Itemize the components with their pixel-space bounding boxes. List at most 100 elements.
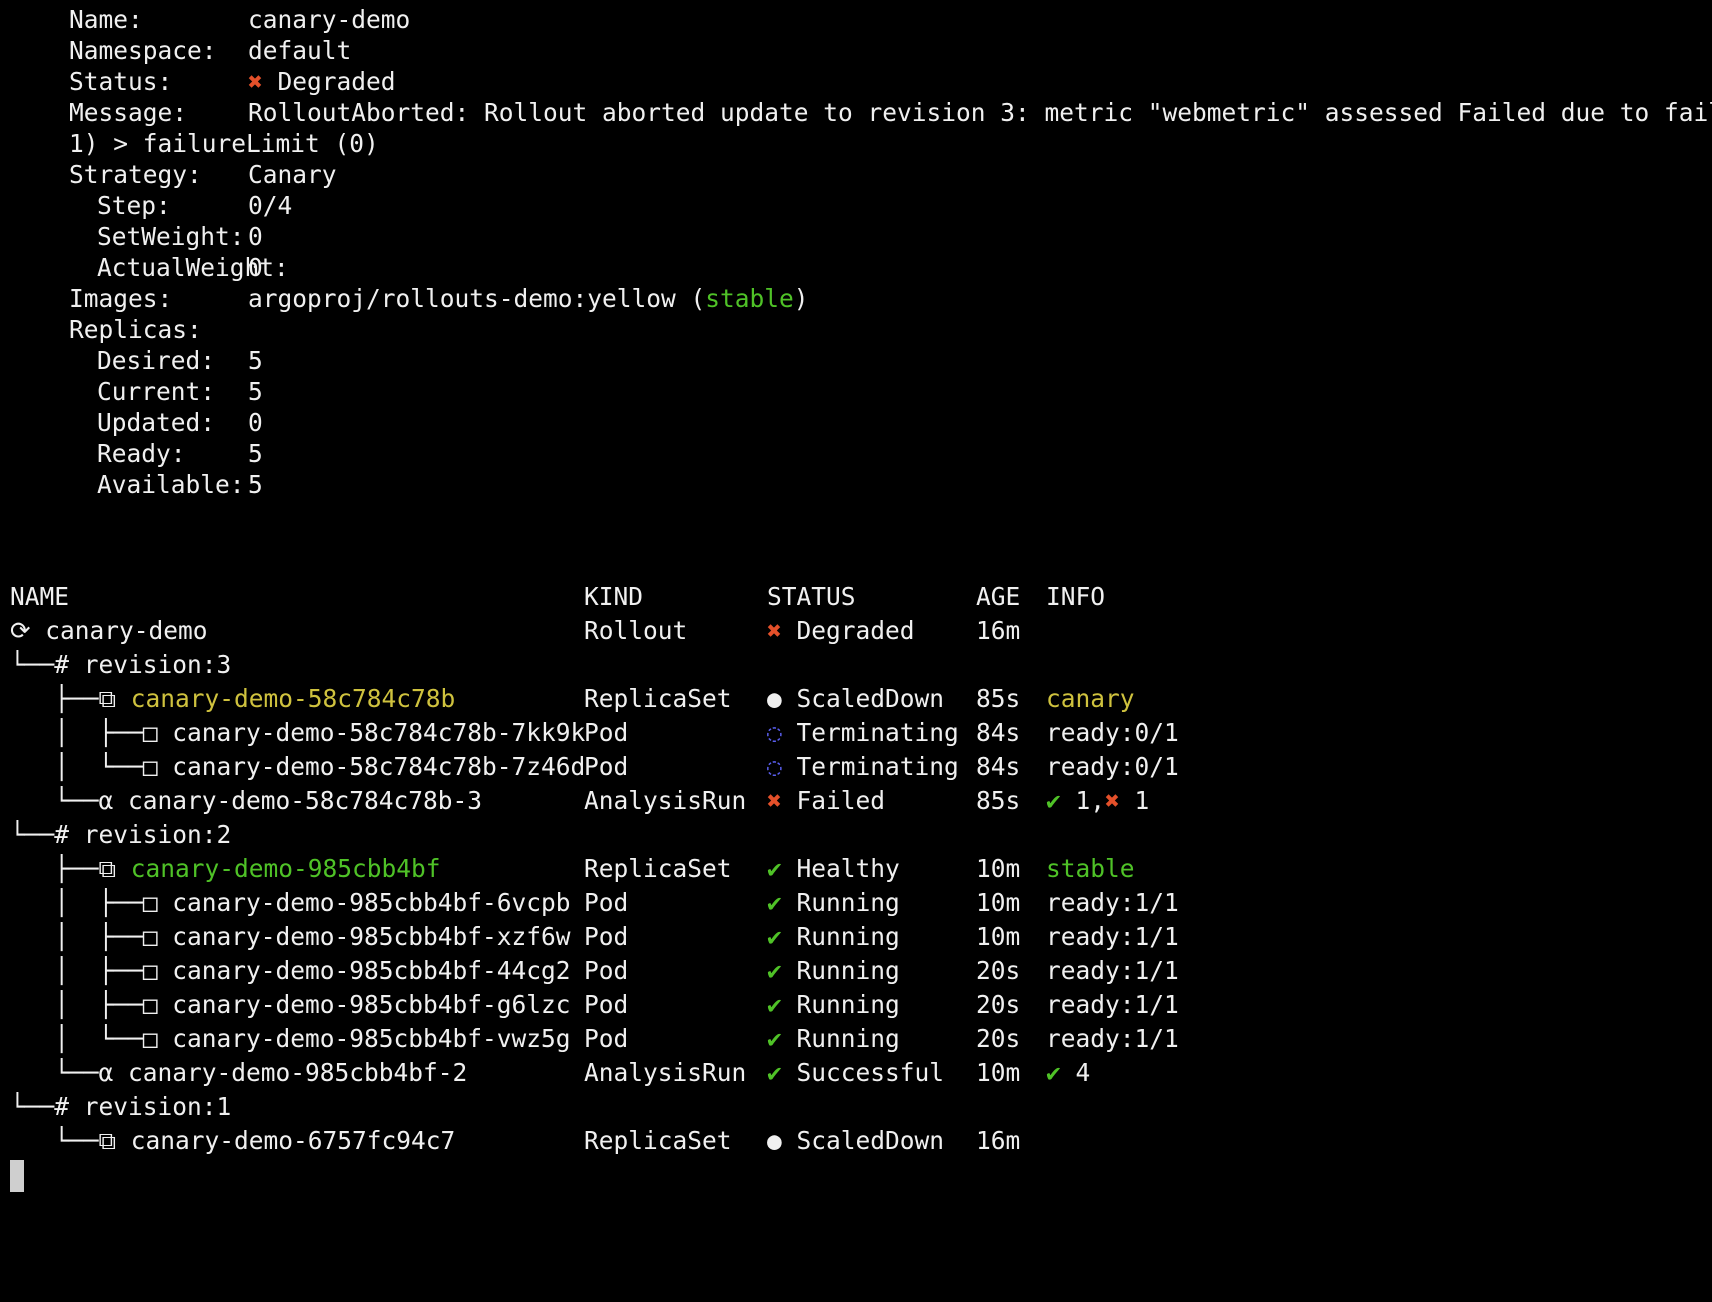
row-status-text: Running xyxy=(796,922,900,951)
row-status: ✔ Running xyxy=(767,954,900,988)
row-name: canary-demo-6757fc94c7 xyxy=(130,1126,456,1155)
row-kind: Pod xyxy=(584,888,629,917)
tree-branch-icon: └──# xyxy=(10,650,84,679)
row-status: ◌ Terminating xyxy=(767,750,959,784)
table-row: └──# revision:3 xyxy=(10,648,231,682)
analysisrun-icon: └──α xyxy=(10,1058,129,1087)
row-info: ✔ 4 xyxy=(1046,1056,1090,1090)
setweight-value: 0 xyxy=(248,222,263,251)
pod-icon: │ └──□ xyxy=(10,752,173,781)
replicaset-icon: └──⧉ xyxy=(10,1126,131,1155)
available-field: Available: 5 xyxy=(10,468,263,502)
info-fail-count: 1 xyxy=(1119,786,1150,815)
current-value: 5 xyxy=(248,377,263,406)
check-icon: ✔ xyxy=(1046,1058,1061,1087)
row-status-text: Running xyxy=(796,990,900,1019)
running-icon: ✔ xyxy=(767,956,782,985)
pod-icon: │ ├──□ xyxy=(10,718,173,747)
message-field-cont: 1) > failureLimit (0) xyxy=(10,127,379,161)
row-name-cell: │ ├──□ canary-demo-985cbb4bf-6vcpb xyxy=(10,886,570,920)
running-icon: ✔ xyxy=(767,1024,782,1053)
row-name-cell: └──# revision:1 xyxy=(10,1090,231,1124)
successful-icon: ✔ xyxy=(767,1058,782,1087)
row-kind: AnalysisRun xyxy=(584,1058,747,1087)
desired-field: Desired: 5 xyxy=(10,344,263,378)
row-info: ✔ 1,✖ 1 xyxy=(1046,784,1149,818)
row-kind: Rollout xyxy=(584,616,688,645)
scaled-down-icon: ● xyxy=(767,684,782,713)
running-icon: ✔ xyxy=(767,990,782,1019)
row-info: ready:1/1 xyxy=(1046,922,1179,951)
desired-value: 5 xyxy=(248,346,263,375)
row-status: ◌ Terminating xyxy=(767,716,959,750)
pod-icon: │ ├──□ xyxy=(10,990,173,1019)
row-name-cell: └──# revision:3 xyxy=(10,648,231,682)
row-age: 85s xyxy=(976,684,1021,713)
header-status: STATUS xyxy=(767,582,856,611)
row-status: ✔ Running xyxy=(767,920,900,954)
namespace-label: Namespace: xyxy=(69,36,217,65)
row-name-cell: ├──⧉ canary-demo-58c784c78b xyxy=(10,682,455,716)
row-name-cell: └──⧉ canary-demo-6757fc94c7 xyxy=(10,1124,455,1158)
info-success-count: 4 xyxy=(1060,1058,1091,1087)
ready-label: Ready: xyxy=(97,439,186,468)
row-status-text: ScaledDown xyxy=(796,684,945,713)
row-info: stable xyxy=(1046,854,1135,883)
status-value: Degraded xyxy=(277,67,396,96)
tree-branch-icon: └──# xyxy=(10,1092,84,1121)
updated-label: Updated: xyxy=(97,408,216,437)
header-info: INFO xyxy=(1046,582,1106,611)
row-name: canary-demo-985cbb4bf-vwz5g xyxy=(172,1024,571,1053)
row-info: ready:1/1 xyxy=(1046,1024,1179,1053)
pod-icon: │ ├──□ xyxy=(10,956,173,985)
row-status: ● ScaledDown xyxy=(767,1124,944,1158)
row-age: 20s xyxy=(976,956,1021,985)
table-row: │ ├──□ canary-demo-985cbb4bf-g6lzc Pod ✔… xyxy=(10,988,1179,1022)
row-name: canary-demo-58c784c78b xyxy=(130,684,456,713)
table-row: │ ├──□ canary-demo-985cbb4bf-44cg2 Pod ✔… xyxy=(10,954,1179,988)
row-name-cell: │ ├──□ canary-demo-985cbb4bf-g6lzc xyxy=(10,988,570,1022)
degraded-icon: ✖ xyxy=(248,67,263,96)
ready-value: 5 xyxy=(248,439,263,468)
replicaset-icon: ├──⧉ xyxy=(10,854,131,883)
row-kind: Pod xyxy=(584,1024,629,1053)
failed-icon: ✖ xyxy=(767,786,782,815)
table-row: └──⧉ canary-demo-6757fc94c7 ReplicaSet ●… xyxy=(10,1124,1020,1158)
row-name-cell: │ └──□ canary-demo-58c784c78b-7z46d xyxy=(10,750,585,784)
rollout-icon: ⟳ xyxy=(10,616,46,645)
replicas-label: Replicas: xyxy=(69,315,202,344)
table-header: NAME KIND STATUS AGE INFO xyxy=(10,580,1105,614)
row-status-text: ScaledDown xyxy=(796,1126,945,1155)
actualweight-value: 0 xyxy=(248,253,263,282)
row-kind: Pod xyxy=(584,752,629,781)
row-kind: AnalysisRun xyxy=(584,786,747,815)
images-field: Images: argoproj/rollouts-demo:yellow (s… xyxy=(10,282,809,316)
header-age: AGE xyxy=(976,582,1021,611)
terminating-icon: ◌ xyxy=(767,718,782,747)
step-field: Step: 0/4 xyxy=(10,189,292,223)
analysisrun-icon: └──α xyxy=(10,786,129,815)
images-tag: stable xyxy=(705,284,794,313)
row-status-text: Healthy xyxy=(796,854,900,883)
row-name-cell: └──α canary-demo-985cbb4bf-2 xyxy=(10,1056,467,1090)
namespace-field: Namespace: default xyxy=(10,34,351,68)
row-status-text: Terminating xyxy=(796,752,959,781)
row-age: 85s xyxy=(976,786,1021,815)
row-info: ready:0/1 xyxy=(1046,718,1179,747)
terminating-icon: ◌ xyxy=(767,752,782,781)
images-value: argoproj/rollouts-demo:yellow ( xyxy=(248,284,706,313)
header-name: NAME xyxy=(10,582,70,611)
row-status: ✔ Healthy xyxy=(767,852,900,886)
table-row: ├──⧉ canary-demo-985cbb4bf ReplicaSet ✔ … xyxy=(10,852,1134,886)
message-value-line2: 1) > failureLimit (0) xyxy=(69,129,379,158)
row-kind: Pod xyxy=(584,956,629,985)
row-age: 20s xyxy=(976,1024,1021,1053)
row-age: 16m xyxy=(976,616,1021,645)
row-status-text: Degraded xyxy=(796,616,915,645)
row-name: canary-demo-985cbb4bf-2 xyxy=(128,1058,468,1087)
tree-branch-icon: └──# xyxy=(10,820,84,849)
actualweight-field: ActualWeight: 0 xyxy=(10,251,289,285)
row-name-cell: └──α canary-demo-58c784c78b-3 xyxy=(10,784,482,818)
current-label: Current: xyxy=(97,377,216,406)
table-row: └──α canary-demo-985cbb4bf-2 AnalysisRun… xyxy=(10,1056,1090,1090)
